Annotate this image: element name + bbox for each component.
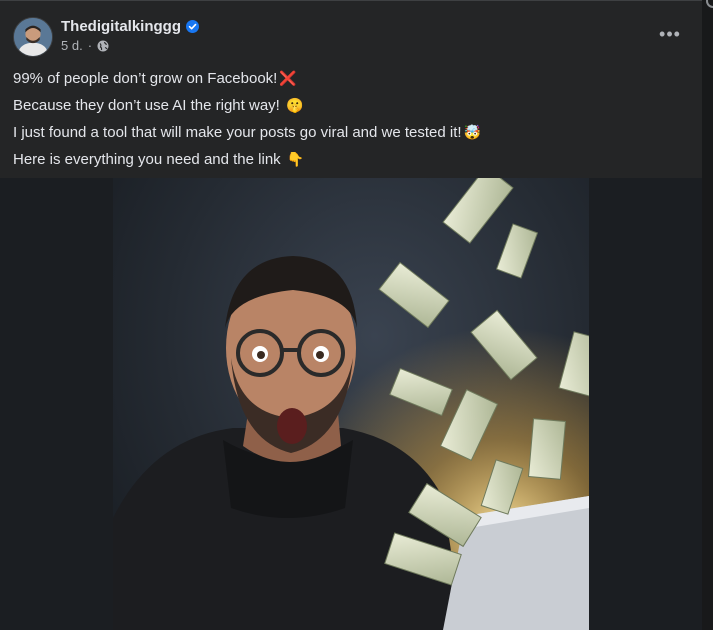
- meta-separator: ·: [87, 38, 93, 53]
- caption-text: I just found a tool that will make your …: [13, 124, 462, 141]
- post-image-illustration: [113, 178, 589, 630]
- exploding-head-emoji: 🤯: [463, 124, 482, 140]
- caption-text: Here is everything you need and the link: [13, 151, 285, 168]
- more-options-icon[interactable]: •••: [652, 19, 688, 49]
- post-image[interactable]: [113, 178, 589, 630]
- author-avatar[interactable]: [13, 17, 53, 57]
- post-meta: 5 d. ·: [61, 38, 109, 53]
- feed-post: Thedigitalkinggg 5 d. · ••• 99% of peopl…: [0, 0, 702, 630]
- pointing-down-emoji: 👇: [286, 151, 305, 167]
- globe-icon[interactable]: [97, 40, 109, 52]
- cross-mark-emoji: ❌: [279, 70, 297, 86]
- caption-line: I just found a tool that will make your …: [13, 119, 693, 146]
- post-header: Thedigitalkinggg 5 d. · •••: [0, 1, 702, 61]
- post-timestamp[interactable]: 5 d.: [61, 38, 83, 53]
- page-background: [702, 0, 713, 629]
- verified-badge-icon: [186, 20, 199, 33]
- caption-text: Because they don’t use AI the right way!: [13, 97, 284, 114]
- author-name-text[interactable]: Thedigitalkinggg: [61, 18, 181, 35]
- post-caption: 99% of people don’t grow on Facebook! ❌ B…: [13, 65, 693, 173]
- author-name[interactable]: Thedigitalkinggg: [61, 18, 199, 35]
- caption-line: Here is everything you need and the link…: [13, 146, 693, 173]
- shushing-face-emoji: 🤫: [286, 97, 304, 113]
- caption-text: 99% of people don’t grow on Facebook!: [13, 70, 278, 87]
- caption-line: 99% of people don’t grow on Facebook! ❌: [13, 65, 693, 92]
- caption-line: Because they don’t use AI the right way!…: [13, 92, 693, 119]
